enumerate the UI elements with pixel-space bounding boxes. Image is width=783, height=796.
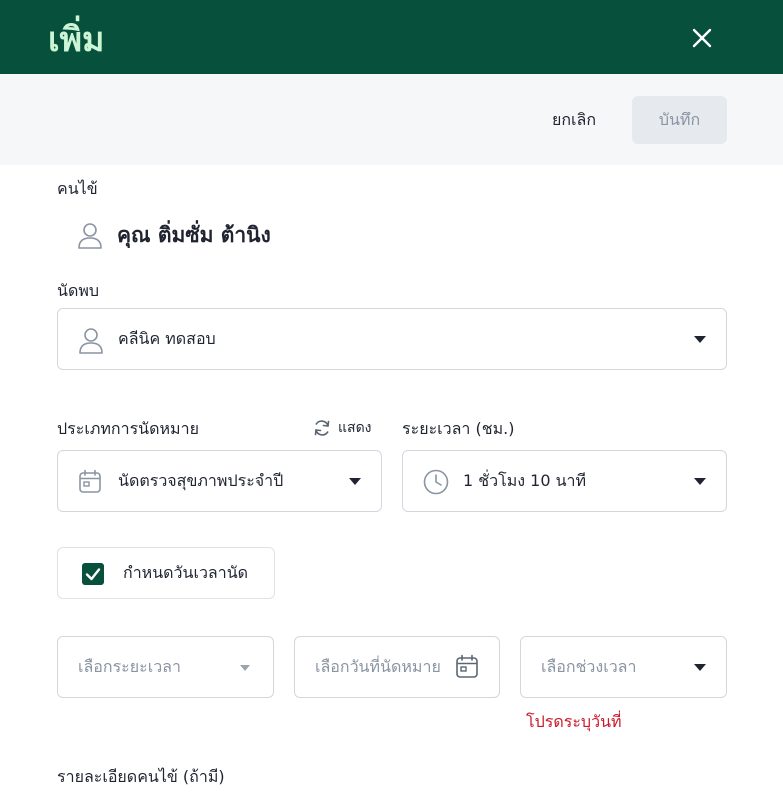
duration-value: 1 ชั่วโมง 10 นาที bbox=[463, 470, 587, 490]
user-icon bbox=[78, 223, 102, 249]
time-slot-select[interactable]: เลือกช่วงเวลา bbox=[520, 636, 727, 698]
close-icon[interactable] bbox=[688, 24, 716, 52]
chevron-down-icon bbox=[694, 664, 706, 671]
chevron-down-icon bbox=[694, 336, 706, 343]
patient-label: คนไข้ bbox=[57, 179, 98, 198]
checkmark-icon bbox=[85, 568, 101, 581]
appointment-type-label: ประเภทการนัดหมาย bbox=[57, 419, 199, 438]
clock-icon bbox=[423, 469, 449, 495]
show-toggle-link[interactable]: แสดง bbox=[312, 416, 372, 440]
appointment-type-select[interactable]: นัดตรวจสุขภาพประจำปี bbox=[57, 450, 382, 512]
calendar-icon[interactable] bbox=[455, 654, 479, 680]
time-placeholder: เลือกช่วงเวลา bbox=[541, 656, 637, 676]
chevron-down-icon bbox=[349, 478, 361, 485]
save-button[interactable]: บันทึก bbox=[632, 96, 727, 144]
calendar-icon bbox=[79, 469, 101, 493]
show-label: แสดง bbox=[338, 420, 372, 436]
checkbox-checked[interactable] bbox=[82, 563, 104, 585]
refresh-icon bbox=[314, 420, 330, 436]
appointment-type-value: นัดตรวจสุขภาพประจำปี bbox=[118, 470, 284, 490]
appointment-with-value: คลีนิค ทดสอบ bbox=[118, 328, 216, 348]
dialog-header: เพิ่ม bbox=[0, 0, 783, 74]
range-placeholder: เลือกระยะเวลา bbox=[78, 656, 181, 676]
dialog-title: เพิ่ม bbox=[48, 20, 105, 60]
set-datetime-checkbox[interactable]: กำหนดวันเวลานัด bbox=[57, 547, 275, 599]
patient-details-label: รายละเอียดคนไข้ (ถ้ามี) bbox=[57, 767, 225, 786]
duration-label: ระยะเวลา (ชม.) bbox=[402, 419, 515, 438]
appointment-with-label: นัดพบ bbox=[57, 281, 100, 300]
range-select[interactable]: เลือกระยะเวลา bbox=[57, 636, 274, 698]
cancel-button[interactable]: ยกเลิก bbox=[530, 96, 618, 144]
set-datetime-label: กำหนดวันเวลานัด bbox=[123, 562, 249, 582]
duration-select[interactable]: 1 ชั่วโมง 10 นาที bbox=[402, 450, 727, 512]
date-picker-input[interactable]: เลือกวันที่นัดหมาย bbox=[294, 636, 500, 698]
chevron-down-icon bbox=[240, 665, 250, 671]
appointment-with-select[interactable]: คลีนิค ทดสอบ bbox=[57, 308, 727, 370]
chevron-down-icon bbox=[694, 478, 706, 485]
user-icon bbox=[79, 328, 103, 354]
date-placeholder: เลือกวันที่นัดหมาย bbox=[315, 656, 441, 676]
date-error-message: โปรดระบุวันที่ bbox=[526, 712, 622, 731]
patient-name: คุณ ติ่มซั่ม ต้านิง bbox=[117, 223, 271, 247]
